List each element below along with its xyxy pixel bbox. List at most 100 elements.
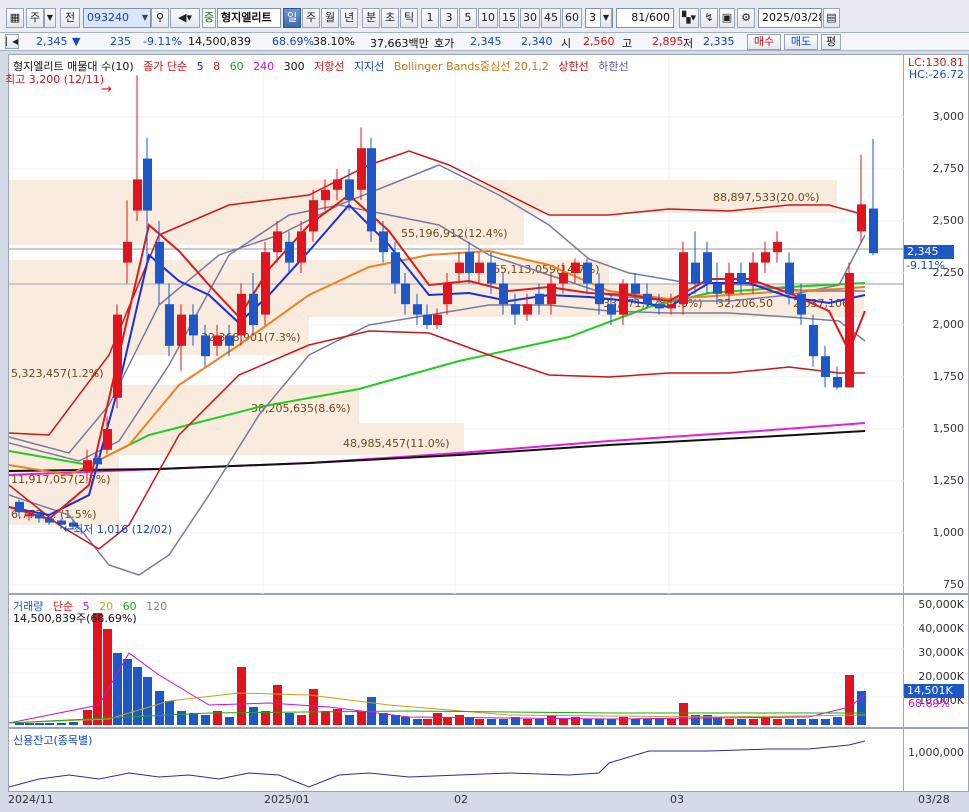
candle-body bbox=[833, 377, 842, 388]
count-input[interactable]: 81/600 bbox=[616, 8, 674, 28]
ask-price: 2,345 bbox=[470, 35, 502, 48]
period-month[interactable]: 월 bbox=[321, 8, 339, 28]
legend-ma-label: 종가 단순 bbox=[143, 60, 188, 73]
candle-body bbox=[499, 283, 508, 305]
num-30[interactable]: 30 bbox=[520, 8, 540, 28]
period-count-dropdown-icon[interactable]: ▼ bbox=[600, 8, 612, 28]
candle-body bbox=[465, 252, 474, 273]
stock-name: 형지엘리트 bbox=[217, 8, 281, 28]
candle-body bbox=[249, 293, 258, 325]
price-change-pct: -9.11% bbox=[143, 35, 182, 48]
volume-bar bbox=[391, 715, 400, 725]
interval-second[interactable]: 초 bbox=[381, 8, 399, 28]
volume-bar bbox=[297, 715, 306, 725]
buy-button[interactable]: 매수 bbox=[747, 34, 781, 50]
date-input[interactable]: 2025/03/28 bbox=[758, 8, 822, 28]
candle-body bbox=[455, 262, 464, 273]
candle-body bbox=[607, 304, 616, 315]
price-chart-panel[interactable]: 88,897,533(20.0%) 55,196,912(12.4%) 65,113… bbox=[5, 54, 905, 595]
volume-bar bbox=[201, 715, 210, 725]
price-y-tick: 1,000 bbox=[932, 526, 965, 539]
eval-button[interactable]: 평 bbox=[821, 34, 841, 50]
draw-icon[interactable]: ↯ bbox=[700, 8, 718, 28]
candle-body bbox=[93, 458, 102, 465]
search-icon[interactable]: ⚲ bbox=[151, 8, 169, 28]
volume-chart-canvas[interactable] bbox=[9, 595, 905, 729]
min-price-label: 최저 1,016 (12/02) bbox=[73, 523, 173, 536]
volume-bar bbox=[725, 719, 734, 725]
period-count-value: 3 bbox=[589, 11, 596, 24]
legend-lower: 하한선 bbox=[598, 60, 629, 73]
num-45[interactable]: 45 bbox=[541, 8, 561, 28]
sell-button[interactable]: 매도 bbox=[784, 34, 818, 50]
price-chart-canvas[interactable]: 88,897,533(20.0%)55,196,912(12.4%)65,113… bbox=[9, 55, 905, 595]
candle-body bbox=[773, 241, 782, 253]
volume-bar bbox=[487, 719, 496, 725]
stock-code-input[interactable]: 093240 ▼ bbox=[83, 8, 151, 28]
low-label: 저 bbox=[683, 37, 694, 50]
volume-profile-label: 38,205,635(8.6%) bbox=[251, 402, 351, 415]
candle-body bbox=[83, 460, 92, 471]
tools-icon[interactable]: ▚▾ bbox=[679, 8, 699, 28]
volume-bar bbox=[773, 719, 782, 725]
candle-body bbox=[285, 241, 294, 263]
hoga-label: 호가 bbox=[434, 37, 455, 50]
volume-bar bbox=[631, 719, 640, 725]
num-5[interactable]: 5 bbox=[459, 8, 477, 28]
stock-badge: 중 bbox=[202, 8, 216, 28]
type-dropdown-icon[interactable]: ▼ bbox=[44, 8, 56, 28]
num-10[interactable]: 10 bbox=[478, 8, 498, 28]
stock-code-value: 093240 bbox=[87, 11, 129, 24]
num-60[interactable]: 60 bbox=[562, 8, 582, 28]
volume-bar bbox=[165, 701, 174, 725]
candle-body bbox=[413, 304, 422, 315]
volume-bar bbox=[15, 723, 24, 725]
speaker-icon[interactable]: ◀▾ bbox=[170, 8, 200, 28]
volume-bar bbox=[35, 723, 44, 725]
volume-bar bbox=[423, 719, 432, 725]
volume-bar bbox=[309, 689, 318, 725]
period-week[interactable]: 주 bbox=[302, 8, 320, 28]
x-label-end: 03/28 bbox=[918, 793, 950, 806]
price-legend: 형지엘리트 매물대 수(10) 종가 단순 5 8 60 240 300 저항선… bbox=[13, 58, 635, 74]
candle-body bbox=[691, 262, 700, 284]
volume-bar bbox=[643, 719, 652, 725]
num-1[interactable]: 1 bbox=[421, 8, 439, 28]
candle-body bbox=[103, 429, 112, 450]
volume-value: 14,500,839 bbox=[188, 35, 251, 48]
layout-icon[interactable]: ▦ bbox=[6, 8, 24, 28]
candle-body bbox=[367, 148, 376, 232]
calendar-icon[interactable]: ▤ bbox=[823, 8, 840, 28]
legend-upper: 상한선 bbox=[558, 60, 589, 73]
chevron-left-icon[interactable]: ▏◀ bbox=[5, 34, 19, 49]
interval-minute[interactable]: 분 bbox=[362, 8, 380, 28]
candle-body bbox=[391, 252, 400, 284]
count-total: /600 bbox=[645, 11, 670, 24]
open-price: 2,560 bbox=[583, 35, 615, 48]
current-price-tag: 2,345 bbox=[904, 245, 954, 259]
candle-body bbox=[237, 293, 246, 336]
candle-body bbox=[571, 262, 580, 273]
candle-body bbox=[213, 335, 222, 346]
candle-body bbox=[547, 283, 556, 305]
credit-chart-canvas[interactable] bbox=[9, 729, 905, 793]
candle-body bbox=[155, 241, 164, 284]
volume-chart-panel[interactable]: 거래량 단순 5 20 60 120 14,500,839주(68.69%) bbox=[8, 594, 905, 729]
type-select[interactable]: 주 bbox=[26, 8, 44, 28]
period-year[interactable]: 년 bbox=[340, 8, 358, 28]
candle-body bbox=[143, 158, 152, 211]
candle-body bbox=[189, 314, 198, 336]
num-15[interactable]: 15 bbox=[499, 8, 519, 28]
interval-tick[interactable]: 틱 bbox=[400, 8, 418, 28]
gear-icon[interactable]: ⚙ bbox=[737, 8, 755, 28]
prev-button[interactable]: 전 bbox=[60, 8, 80, 28]
candle-body bbox=[333, 179, 342, 190]
period-day[interactable]: 일 bbox=[283, 8, 301, 28]
candle-body bbox=[321, 189, 330, 201]
save-icon[interactable]: ▣ bbox=[719, 8, 735, 28]
credit-chart-panel[interactable]: 신용잔고(종목별) bbox=[8, 728, 904, 792]
candle-body bbox=[511, 304, 520, 315]
volume-y-tick: 40,000K bbox=[918, 622, 964, 635]
num-3[interactable]: 3 bbox=[440, 8, 458, 28]
candle-body bbox=[869, 208, 878, 254]
